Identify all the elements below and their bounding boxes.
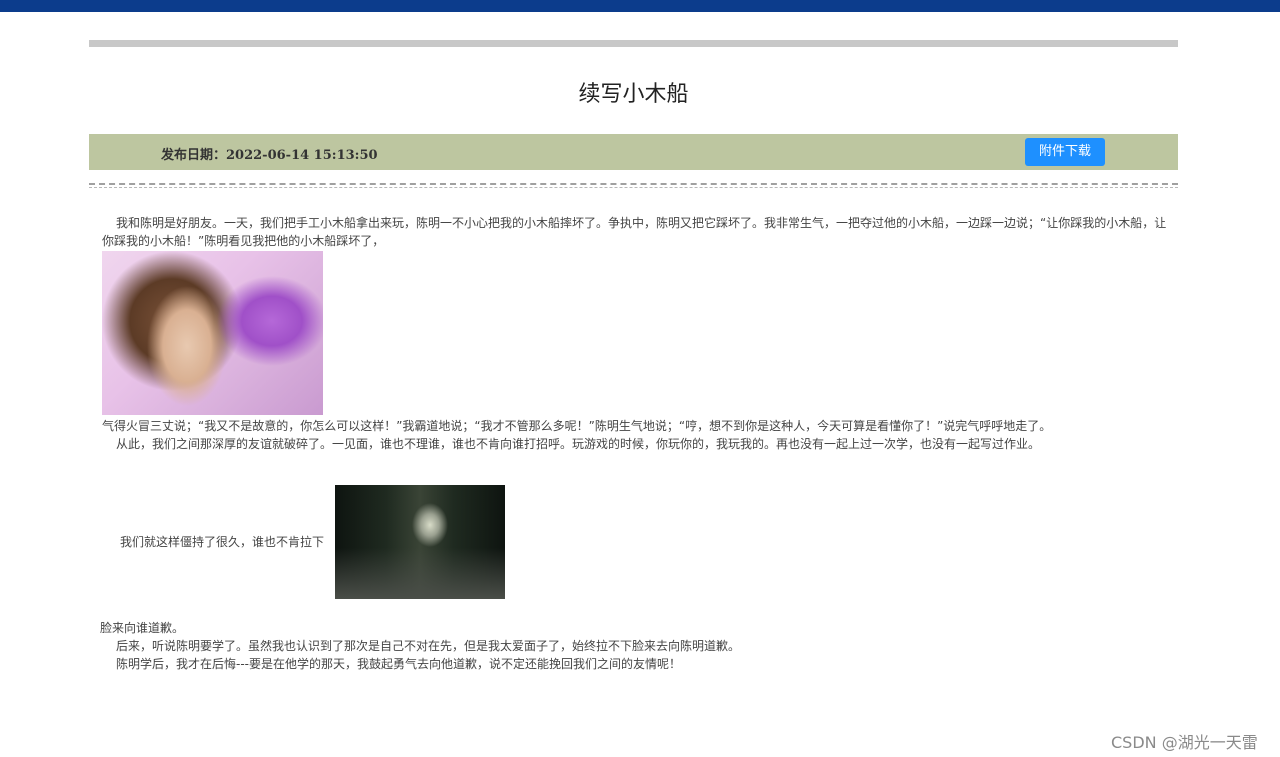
paragraph-6: 陈明学后，我才在后悔---要是在他学的那天，我鼓起勇气去向他道歉，说不定还能挽回…	[116, 657, 681, 671]
page-title: 续写小木船	[578, 82, 689, 107]
image-row: 我们就这样僵持了很久，谁也不肯拉下	[102, 485, 1168, 599]
publish-date: 发布日期：2022-06-14 15:13:50	[161, 148, 378, 163]
article-body: 我和陈明是好朋友。一天，我们把手工小木船拿出来玩，陈明一不小心把我的小木船摔坏了…	[100, 214, 1168, 673]
paragraph-4-end: 脸来向谁道歉。	[100, 621, 185, 635]
csdn-watermark: CSDN @湖光一天雷	[1111, 733, 1258, 752]
dashed-divider-secondary	[89, 187, 1178, 188]
paragraph-1: 我和陈明是好朋友。一天，我们把手工小木船拿出来玩，陈明一不小心把我的小木船摔坏了…	[102, 216, 1167, 248]
paragraph-2: 气得火冒三丈说；“我又不是故意的，你怎么可以这样！”我霸道地说；“我才不管那么多…	[102, 419, 1052, 433]
top-bar	[0, 0, 1280, 12]
header-divider	[89, 40, 1178, 47]
paragraph-3: 从此，我们之间那深厚的友谊就破碎了。一见面，谁也不理谁，谁也不肯向谁打招呼。玩游…	[116, 437, 1041, 451]
meta-bar: 发布日期：2022-06-14 15:13:50 附件下载	[89, 134, 1178, 170]
article-image-forest-road	[335, 485, 505, 599]
paragraph-5: 后来，听说陈明要学了。虽然我也认识到了那次是自己不对在先，但是我太爱面子了，始终…	[116, 639, 741, 653]
attachment-download-button[interactable]: 附件下载	[1025, 138, 1105, 166]
dashed-divider	[89, 183, 1178, 185]
article-image-girl-flowers	[102, 251, 323, 415]
paragraph-4-start: 我们就这样僵持了很久，谁也不肯拉下	[120, 535, 325, 549]
